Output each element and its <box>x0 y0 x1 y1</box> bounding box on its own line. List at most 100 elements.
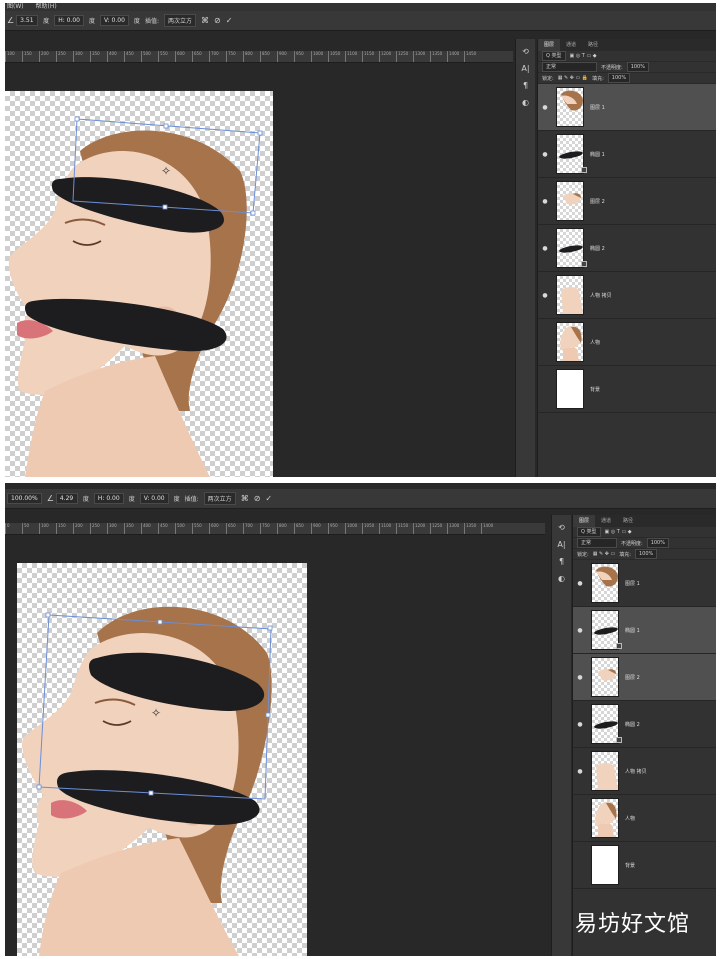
commit-transform-icon[interactable]: ✓ <box>265 494 272 503</box>
layer-name[interactable]: 图层 1 <box>625 580 640 587</box>
angle-field[interactable]: ∠ 4.29 <box>47 493 78 504</box>
transform-handle[interactable] <box>74 116 80 122</box>
layer-row[interactable]: ● 人物 拷贝 <box>573 748 716 795</box>
kind-filter[interactable]: Q 类型 <box>542 51 566 61</box>
layer-thumbnail[interactable] <box>591 751 619 791</box>
layer-name[interactable]: 人物 <box>625 815 635 822</box>
reference-point-icon[interactable]: ✧ <box>161 164 171 178</box>
character-icon[interactable]: A| <box>521 64 529 73</box>
layer-name[interactable]: 背景 <box>590 386 600 393</box>
tab-channels[interactable]: 通道 <box>595 515 617 527</box>
visibility-eye-icon[interactable]: ● <box>538 198 552 205</box>
document-canvas[interactable]: ✧ <box>5 91 273 477</box>
visibility-eye-icon[interactable]: ● <box>538 245 552 252</box>
layer-row[interactable]: ● 图层 1 <box>573 560 716 607</box>
layer-row[interactable]: ● 人物 拷贝 <box>538 272 716 319</box>
document-canvas[interactable]: ✧ <box>17 563 307 956</box>
layer-thumbnail[interactable] <box>591 563 619 603</box>
layer-name[interactable]: 人物 拷贝 <box>590 292 612 299</box>
interp-select[interactable]: 两次立方 <box>203 492 236 505</box>
transform-handle[interactable] <box>265 712 271 718</box>
transform-handle[interactable] <box>250 210 256 216</box>
fill-field[interactable]: 100% <box>634 549 658 559</box>
layer-name[interactable]: 椭圆 2 <box>625 721 640 728</box>
fill-field[interactable]: 100% <box>607 73 631 83</box>
layer-row[interactable]: ● 图层 1 <box>538 84 716 131</box>
visibility-eye-icon[interactable]: ● <box>538 292 552 299</box>
transform-handle[interactable] <box>148 790 154 796</box>
visibility-eye-icon[interactable]: ● <box>538 151 552 158</box>
paragraph-icon[interactable]: ¶ <box>559 557 564 566</box>
filter-icons[interactable]: ▣ ◎ T ▭ ◆ <box>570 53 597 59</box>
transform-handle[interactable] <box>45 612 51 618</box>
layer-row[interactable]: ● 椭圆 1 <box>573 607 716 654</box>
v-skew-field[interactable]: V: 0.00 <box>139 493 169 504</box>
h-skew-field[interactable]: H: 0.00 <box>93 493 124 504</box>
layer-row[interactable]: 背景 <box>538 366 716 413</box>
tab-channels[interactable]: 通道 <box>560 39 582 51</box>
layer-name[interactable]: 背景 <box>625 862 635 869</box>
adjustments-icon[interactable]: ◐ <box>558 574 565 583</box>
layer-thumbnail[interactable] <box>591 704 619 744</box>
reference-point-icon[interactable]: ✧ <box>151 706 161 720</box>
layer-thumbnail[interactable] <box>556 369 584 409</box>
layer-thumbnail[interactable] <box>556 228 584 268</box>
opacity-field[interactable]: 100% <box>646 538 669 548</box>
layer-name[interactable]: 椭圆 1 <box>590 151 605 158</box>
layer-name[interactable]: 人物 拷贝 <box>625 768 647 775</box>
tab-layers[interactable]: 图层 <box>573 515 596 527</box>
visibility-eye-icon[interactable]: ● <box>573 580 587 587</box>
cancel-transform-icon[interactable]: ⊘ <box>214 16 221 25</box>
layer-thumbnail[interactable] <box>556 181 584 221</box>
kind-filter[interactable]: Q 类型 <box>577 527 601 537</box>
layer-row[interactable]: ● 椭圆 2 <box>538 225 716 272</box>
angle-field[interactable]: ∠ 3.51 <box>7 15 39 26</box>
layer-thumbnail[interactable] <box>556 87 584 127</box>
visibility-eye-icon[interactable]: ● <box>573 674 587 681</box>
layer-name[interactable]: 椭圆 2 <box>590 245 605 252</box>
warp-icon[interactable]: ⌘ <box>241 494 249 503</box>
layer-thumbnail[interactable] <box>591 610 619 650</box>
layer-row[interactable]: 背景 <box>573 842 716 889</box>
tab-paths[interactable]: 路径 <box>617 515 639 527</box>
layer-name[interactable]: 图层 2 <box>590 198 605 205</box>
layer-thumbnail[interactable] <box>556 322 584 362</box>
paragraph-icon[interactable]: ¶ <box>523 81 528 90</box>
transform-handle[interactable] <box>36 784 42 790</box>
layer-thumbnail[interactable] <box>591 798 619 838</box>
h-skew-field[interactable]: H: 0.00 <box>54 15 84 26</box>
opacity-field[interactable]: 100% <box>626 62 649 72</box>
interp-select[interactable]: 两次立方 <box>163 14 196 27</box>
history-icon[interactable]: ⟲ <box>522 47 529 56</box>
filter-icons[interactable]: ▣ ◎ T ▭ ◆ <box>605 529 632 535</box>
layer-row[interactable]: ● 图层 2 <box>538 178 716 225</box>
layer-thumbnail[interactable] <box>556 134 584 174</box>
warp-icon[interactable]: ⌘ <box>201 16 209 25</box>
layer-thumbnail[interactable] <box>556 275 584 315</box>
adjustments-icon[interactable]: ◐ <box>522 98 529 107</box>
layer-row[interactable]: ● 椭圆 2 <box>573 701 716 748</box>
layer-name[interactable]: 图层 2 <box>625 674 640 681</box>
blend-mode-select[interactable]: 正常 <box>542 62 597 72</box>
visibility-eye-icon[interactable]: ● <box>573 768 587 775</box>
tab-layers[interactable]: 图层 <box>538 39 561 51</box>
layer-row[interactable]: ● 图层 2 <box>573 654 716 701</box>
layer-thumbnail[interactable] <box>591 845 619 885</box>
visibility-eye-icon[interactable]: ● <box>538 104 552 111</box>
transform-handle[interactable] <box>267 625 273 631</box>
layer-name[interactable]: 人物 <box>590 339 600 346</box>
v-skew-field[interactable]: V: 0.00 <box>100 15 129 26</box>
menu-window[interactable]: 图(W) <box>7 3 24 10</box>
layer-row[interactable]: 人物 <box>538 319 716 366</box>
transform-handle[interactable] <box>157 619 163 625</box>
lock-icons[interactable]: ▦ ✎ ✥ ▭ <box>593 551 616 557</box>
transform-handle[interactable] <box>257 130 263 136</box>
layer-row[interactable]: 人物 <box>573 795 716 842</box>
commit-transform-icon[interactable]: ✓ <box>226 16 233 25</box>
visibility-eye-icon[interactable]: ● <box>573 627 587 634</box>
transform-handle[interactable] <box>163 123 169 129</box>
menu-help[interactable]: 帮助(H) <box>36 3 57 10</box>
layer-row[interactable]: ● 椭圆 1 <box>538 131 716 178</box>
lock-icons[interactable]: ▦ ✎ ✥ ▭ 🔒 <box>558 75 588 81</box>
zoom-field[interactable]: 100.00% <box>7 493 42 504</box>
